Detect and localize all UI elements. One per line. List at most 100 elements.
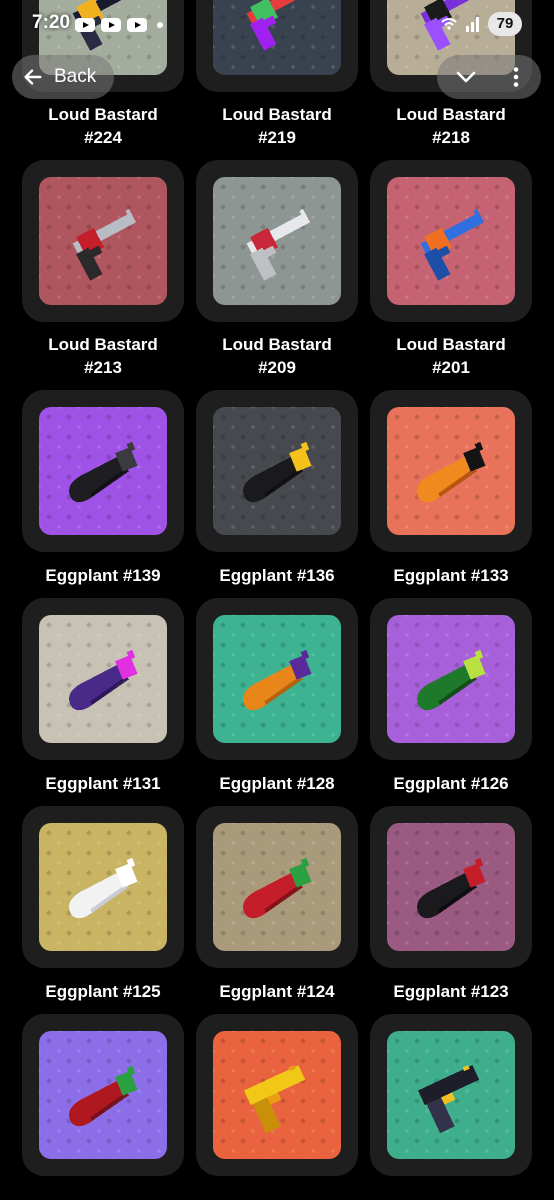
item-artwork	[387, 407, 515, 535]
grid-item[interactable]: Eggplant #128	[196, 598, 358, 806]
item-number: #218	[432, 128, 470, 147]
item-number: #139	[122, 565, 161, 585]
item-tile[interactable]	[370, 1014, 532, 1176]
item-label: Loud Bastard #219	[222, 92, 332, 160]
item-name: Eggplant	[393, 773, 467, 793]
item-name: Eggplant	[45, 565, 119, 585]
grid-item[interactable]: Eggplant #131	[22, 598, 184, 806]
item-label: Loud Bastard #224	[48, 92, 158, 160]
item-label: Eggplant #126	[393, 760, 508, 806]
item-number: #131	[122, 773, 161, 793]
chevron-down-icon[interactable]	[453, 65, 479, 89]
item-tile[interactable]	[370, 160, 532, 322]
arrow-left-icon	[24, 69, 42, 85]
youtube-notification-icon	[75, 18, 95, 32]
grid-row: Eggplant #131 Eggplant #128 Eggplant #12…	[22, 598, 532, 806]
item-tile[interactable]	[370, 598, 532, 760]
youtube-notification-icon	[101, 18, 121, 32]
item-tile[interactable]	[196, 1014, 358, 1176]
item-artwork	[213, 407, 341, 535]
eggplant-icon	[69, 441, 138, 503]
item-artwork	[39, 615, 167, 743]
eggplant-icon	[69, 857, 138, 919]
item-artwork	[39, 823, 167, 951]
grid-row	[22, 1014, 532, 1176]
item-tile[interactable]	[22, 390, 184, 552]
item-label: Eggplant #133	[393, 552, 508, 598]
revolver-icon	[420, 209, 485, 281]
grid-item[interactable]: Loud Bastard #213	[22, 160, 184, 390]
eggplant-icon	[69, 649, 138, 711]
item-artwork	[39, 177, 167, 305]
item-tile[interactable]	[22, 806, 184, 968]
revolver-icon	[246, 209, 311, 281]
grid-item[interactable]: Eggplant #124	[196, 806, 358, 1014]
item-name: Loud Bastard	[396, 335, 506, 354]
item-tile[interactable]	[22, 160, 184, 322]
grid-item[interactable]: Loud Bastard #209	[196, 160, 358, 390]
grid-item[interactable]: Eggplant #136	[196, 390, 358, 598]
item-number: #201	[432, 358, 470, 377]
item-artwork	[39, 1031, 167, 1159]
item-number: #123	[470, 981, 509, 1001]
back-label: Back	[54, 66, 97, 87]
item-number: #128	[296, 773, 335, 793]
battery-indicator: 79	[488, 12, 522, 36]
item-number: #136	[296, 565, 335, 585]
pistol-icon	[244, 1065, 306, 1134]
revolver-icon	[72, 209, 137, 281]
grid-item[interactable]	[370, 1014, 532, 1176]
grid-row: Loud Bastard #213 Loud Bastard #209 Loud…	[22, 160, 532, 390]
grid-row: Eggplant #139 Eggplant #136 Eggplant #13…	[22, 390, 532, 598]
eggplant-icon	[69, 1065, 138, 1127]
item-tile[interactable]	[22, 1014, 184, 1176]
eggplant-icon	[417, 649, 486, 711]
item-tile[interactable]	[196, 598, 358, 760]
collection-grid: Loud Bastard #224 Loud Bastard #219 Loud…	[22, 0, 532, 1176]
grid-item[interactable]: Eggplant #126	[370, 598, 532, 806]
actions-pill	[437, 55, 541, 99]
eggplant-icon	[243, 857, 312, 919]
item-label: Eggplant #124	[219, 968, 334, 1014]
item-name: Eggplant	[45, 773, 119, 793]
grid-item[interactable]	[22, 1014, 184, 1176]
item-artwork	[213, 177, 341, 305]
item-number: #209	[258, 358, 296, 377]
item-label: Eggplant #128	[219, 760, 334, 806]
grid-item[interactable]: Eggplant #139	[22, 390, 184, 598]
grid-item[interactable]: Eggplant #123	[370, 806, 532, 1014]
item-name: Eggplant	[219, 981, 293, 1001]
grid-item[interactable]: Loud Bastard #201	[370, 160, 532, 390]
item-tile[interactable]	[370, 390, 532, 552]
item-number: #124	[296, 981, 335, 1001]
item-number: #224	[84, 128, 122, 147]
item-artwork	[387, 615, 515, 743]
item-artwork	[387, 1031, 515, 1159]
grid-item[interactable]: Eggplant #125	[22, 806, 184, 1014]
item-tile[interactable]	[196, 806, 358, 968]
item-label: Eggplant #125	[45, 968, 160, 1014]
item-label: Eggplant #123	[393, 968, 508, 1014]
item-tile[interactable]	[196, 390, 358, 552]
status-time: 7:20	[32, 12, 71, 33]
item-artwork	[213, 1031, 341, 1159]
item-name: Eggplant	[393, 981, 467, 1001]
grid-item[interactable]: Eggplant #133	[370, 390, 532, 598]
item-number: #125	[122, 981, 161, 1001]
youtube-notification-icon	[127, 18, 147, 32]
item-name: Loud Bastard	[48, 105, 158, 124]
item-label: Loud Bastard #213	[48, 322, 158, 390]
item-tile[interactable]	[22, 598, 184, 760]
item-tile[interactable]	[370, 806, 532, 968]
item-tile[interactable]	[196, 160, 358, 322]
item-name: Loud Bastard	[222, 335, 332, 354]
grid-row: Eggplant #125 Eggplant #124 Eggplant #12…	[22, 806, 532, 1014]
more-options-icon[interactable]	[507, 66, 525, 88]
grid-item[interactable]	[196, 1014, 358, 1176]
item-name: Eggplant	[219, 773, 293, 793]
item-label: Loud Bastard #201	[396, 322, 506, 390]
item-artwork	[213, 615, 341, 743]
item-label: Eggplant #139	[45, 552, 160, 598]
back-button[interactable]: Back	[12, 55, 114, 99]
item-label: Eggplant #131	[45, 760, 160, 806]
